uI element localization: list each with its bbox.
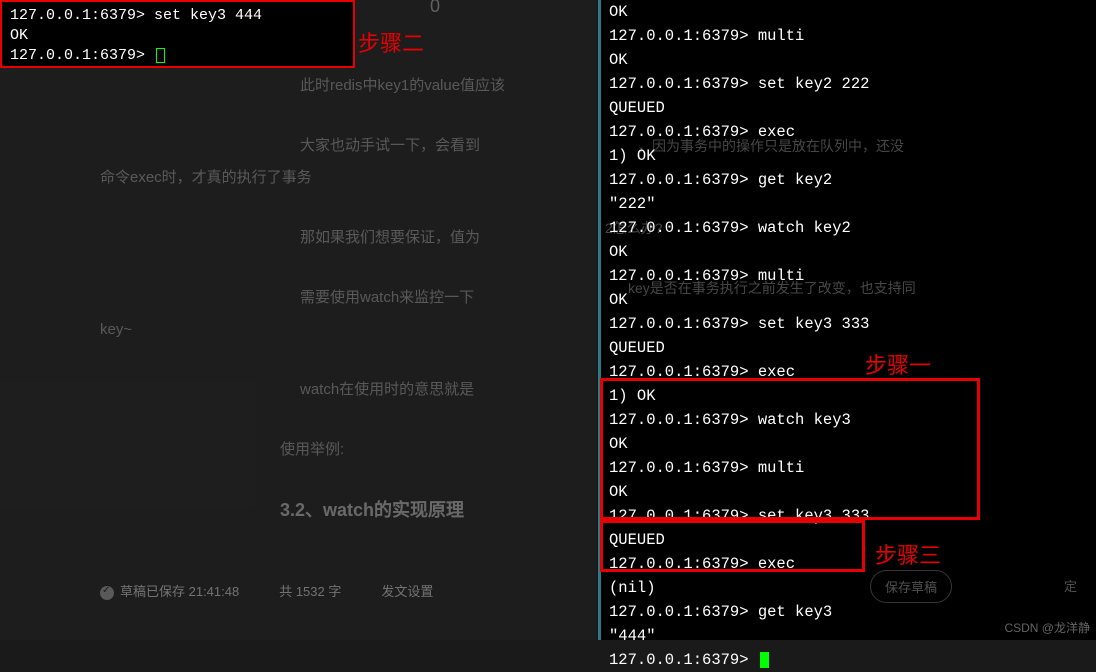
article-behind: 0 此时redis中key1的value值应该 大家也动手试一下，会看到 命令e… bbox=[80, 0, 596, 526]
para-5: watch在使用时的意思就是 bbox=[80, 374, 596, 406]
prompt: 127.0.0.1:6379> bbox=[10, 7, 145, 24]
overlay-text-1: ，因为事务中的操作只是放在队列中，还没 bbox=[638, 136, 904, 156]
terminal-line: 127.0.0.1:6379> set key3 333 bbox=[609, 312, 1088, 336]
terminal-line: OK bbox=[609, 240, 1088, 264]
para-1: 此时redis中key1的value值应该 bbox=[80, 70, 596, 102]
watermark: CSDN @龙洋静 bbox=[1004, 619, 1090, 636]
save-draft-button[interactable]: 保存草稿 bbox=[870, 570, 952, 603]
terminal-line: 127.0.0.1:6379> set key3 333 bbox=[609, 504, 1088, 528]
para-4: 需要使用watch来监控一下 key~ bbox=[80, 282, 596, 346]
terminal-line: "222" bbox=[609, 192, 1088, 216]
right-terminal[interactable]: OK 127.0.0.1:6379> multi OK 127.0.0.1:63… bbox=[598, 0, 1096, 640]
terminal-line: QUEUED bbox=[609, 336, 1088, 360]
cursor-icon bbox=[760, 652, 769, 668]
terminal-line: OK bbox=[609, 480, 1088, 504]
bottom-status-bar: 草稿已保存 21:41:48 共 1532 字 发文设置 bbox=[100, 581, 433, 600]
terminal-line: 127.0.0.1:6379> set key2 222 bbox=[609, 72, 1088, 96]
annotation-step1: 步骤一 bbox=[865, 348, 931, 380]
para-6: 使用举例: bbox=[80, 434, 596, 466]
terminal-line: 127.0.0.1:6379> watch key2 bbox=[609, 216, 1088, 240]
terminal-line: OK bbox=[609, 432, 1088, 456]
terminal-line: 127.0.0.1:6379> set key3 444 bbox=[10, 6, 345, 26]
publish-button[interactable]: 定 bbox=[1050, 570, 1091, 601]
terminal-line: 1) OK bbox=[609, 384, 1088, 408]
left-panel: 0 此时redis中key1的value值应该 大家也动手试一下，会看到 命令e… bbox=[0, 0, 596, 640]
terminal-line: QUEUED bbox=[609, 528, 1088, 552]
terminal-line: 127.0.0.1:6379> multi bbox=[609, 456, 1088, 480]
prompt: 127.0.0.1:6379> bbox=[10, 47, 145, 64]
terminal-line: 127.0.0.1:6379> watch key3 bbox=[609, 408, 1088, 432]
terminal-line: OK bbox=[609, 0, 1088, 24]
overlay-text-2: 2怎么办? bbox=[605, 218, 663, 238]
check-icon bbox=[100, 586, 114, 600]
section-heading: 3.2、watch的实现原理 bbox=[80, 494, 596, 526]
terminal-line: 127.0.0.1:6379> exec bbox=[609, 360, 1088, 384]
annotation-step3: 步骤三 bbox=[875, 538, 941, 570]
terminal-line: OK bbox=[609, 48, 1088, 72]
para-2: 大家也动手试一下，会看到 命令exec时，才真的执行了事务 bbox=[80, 130, 596, 194]
terminal-line: 127.0.0.1:6379> multi bbox=[609, 24, 1088, 48]
left-terminal[interactable]: 127.0.0.1:6379> set key3 444 OK 127.0.0.… bbox=[0, 0, 355, 68]
para-3: 那如果我们想要保证，值为 bbox=[80, 222, 596, 254]
word-count: 共 1532 字 bbox=[279, 581, 341, 600]
terminal-line: 127.0.0.1:6379> bbox=[609, 648, 1088, 672]
command-text: set key3 444 bbox=[145, 7, 262, 24]
publish-settings-link[interactable]: 发文设置 bbox=[381, 581, 433, 600]
terminal-line: 127.0.0.1:6379> get key2 bbox=[609, 168, 1088, 192]
draft-saved-status: 草稿已保存 21:41:48 bbox=[100, 581, 239, 600]
terminal-line: QUEUED bbox=[609, 96, 1088, 120]
terminal-line: 127.0.0.1:6379> bbox=[10, 46, 345, 66]
overlay-text-3: key是否在事务执行之前发生了改变，也支持同 bbox=[628, 278, 916, 298]
terminal-line: 127.0.0.1:6379> exec bbox=[609, 552, 1088, 576]
terminal-line: (nil) bbox=[609, 576, 1088, 600]
zero-text: 0 bbox=[430, 0, 440, 22]
cursor-icon bbox=[156, 48, 165, 63]
terminal-line: OK bbox=[10, 26, 345, 46]
annotation-step2: 步骤二 bbox=[358, 26, 424, 58]
